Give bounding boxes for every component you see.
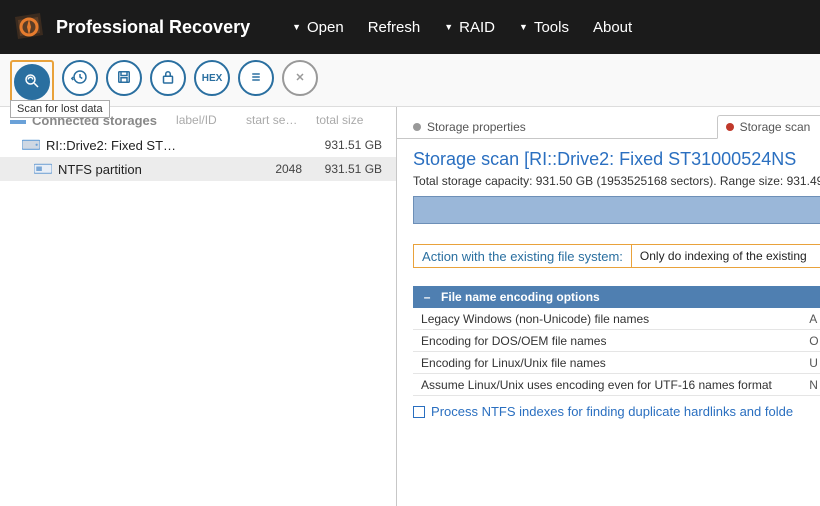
action-value[interactable]: Only do indexing of the existing — [632, 245, 820, 267]
scan-title: Storage scan [RI::Drive2: Fixed ST310005… — [413, 149, 820, 170]
hex-label: HEX — [202, 73, 223, 84]
menu-refresh-label: Refresh — [368, 19, 421, 36]
encoding-row[interactable]: Legacy Windows (non-Unicode) file names … — [413, 308, 820, 330]
list-button[interactable] — [238, 60, 274, 96]
tree-row-size: 931.51 GB — [316, 162, 396, 176]
toolbar: HEX Scan for lost data — [0, 54, 820, 107]
scan-progress — [413, 196, 820, 224]
close-icon — [291, 68, 309, 89]
tooltip-scan: Scan for lost data — [10, 100, 110, 118]
chevron-down-icon: ▼ — [444, 22, 453, 32]
encoding-value: U — [809, 356, 820, 370]
lock-icon — [159, 68, 177, 89]
tree-row-name: NTFS partition — [58, 162, 176, 177]
magnifier-refresh-icon — [23, 72, 41, 93]
encoding-value: A — [809, 312, 820, 326]
tree-row-start: 2048 — [246, 162, 316, 176]
encoding-label: Assume Linux/Unix uses encoding even for… — [421, 378, 809, 392]
tab-dot-icon — [726, 123, 734, 131]
scan-panel: Storage scan [RI::Drive2: Fixed ST310005… — [397, 139, 820, 419]
app-title: Professional Recovery — [56, 17, 250, 38]
encoding-value: N — [809, 378, 820, 392]
col-start: start se… — [246, 113, 316, 127]
tab-dot-icon — [413, 123, 421, 131]
encoding-section-header[interactable]: – File name encoding options — [413, 286, 820, 308]
tab-scan-label: Storage scan — [740, 120, 811, 134]
menubar: ▼ Open Refresh ▼ RAID ▼ Tools About — [280, 0, 644, 54]
menu-about-label: About — [593, 19, 632, 36]
app-logo-icon — [12, 10, 46, 44]
menu-raid-label: RAID — [459, 19, 495, 36]
save-button[interactable] — [106, 60, 142, 96]
tree-row-drive[interactable]: RI::Drive2: Fixed ST… 931.51 GB — [0, 133, 396, 157]
checkbox-icon — [413, 406, 425, 418]
encoding-label: Legacy Windows (non-Unicode) file names — [421, 312, 809, 326]
col-label: label/ID — [176, 113, 246, 127]
chevron-down-icon: ▼ — [292, 22, 301, 32]
save-icon — [115, 68, 133, 89]
menu-refresh[interactable]: Refresh — [356, 0, 433, 54]
process-ntfs-checkbox[interactable]: Process NTFS indexes for finding duplica… — [413, 404, 820, 419]
lock-button[interactable] — [150, 60, 186, 96]
encoding-label: Encoding for DOS/OEM file names — [421, 334, 809, 348]
partition-icon — [34, 162, 52, 176]
menu-about[interactable]: About — [581, 0, 644, 54]
encoding-row[interactable]: Encoding for DOS/OEM file names O — [413, 330, 820, 352]
menu-raid[interactable]: ▼ RAID — [432, 0, 507, 54]
scan-button[interactable] — [14, 64, 50, 100]
tree-row-partition[interactable]: NTFS partition 2048 931.51 GB — [0, 157, 396, 181]
tool-scan-wrap — [10, 60, 54, 104]
encoding-label: Encoding for Linux/Unix file names — [421, 356, 809, 370]
collapse-icon: – — [421, 291, 433, 303]
encoding-row[interactable]: Encoding for Linux/Unix file names U — [413, 352, 820, 374]
tab-properties-label: Storage properties — [427, 120, 526, 134]
action-box: Action with the existing file system: On… — [413, 244, 820, 268]
encoding-value: O — [809, 334, 820, 348]
logo: Professional Recovery — [12, 10, 250, 44]
chevron-down-icon: ▼ — [519, 22, 528, 32]
titlebar: Professional Recovery ▼ Open Refresh ▼ RAI… — [0, 0, 820, 54]
encoding-section-title: File name encoding options — [441, 290, 600, 304]
tree-row-name: RI::Drive2: Fixed ST… — [46, 138, 176, 153]
menu-tools[interactable]: ▼ Tools — [507, 0, 581, 54]
drive-icon — [22, 138, 40, 152]
tabs: Storage properties Storage scan — [397, 111, 820, 139]
menu-tools-label: Tools — [534, 19, 569, 36]
capacity-line: Total storage capacity: 931.50 GB (19535… — [413, 174, 820, 188]
close-button[interactable] — [282, 60, 318, 96]
history-button[interactable] — [62, 60, 98, 96]
process-ntfs-label: Process NTFS indexes for finding duplica… — [431, 404, 793, 419]
encoding-row[interactable]: Assume Linux/Unix uses encoding even for… — [413, 374, 820, 396]
clock-back-icon — [71, 68, 89, 89]
left-pane: Connected storages label/ID start se… to… — [0, 107, 397, 506]
menu-open-label: Open — [307, 19, 344, 36]
col-size: total size — [316, 113, 396, 127]
right-pane: Storage properties Storage scan Storage … — [397, 107, 820, 506]
list-icon — [247, 68, 265, 89]
tab-properties[interactable]: Storage properties — [405, 116, 538, 138]
tree-row-size: 931.51 GB — [316, 138, 396, 152]
menu-open[interactable]: ▼ Open — [280, 0, 356, 54]
tab-scan[interactable]: Storage scan — [717, 115, 820, 139]
main-split: Connected storages label/ID start se… to… — [0, 107, 820, 506]
action-label: Action with the existing file system: — [414, 245, 632, 267]
hex-button[interactable]: HEX — [194, 60, 230, 96]
